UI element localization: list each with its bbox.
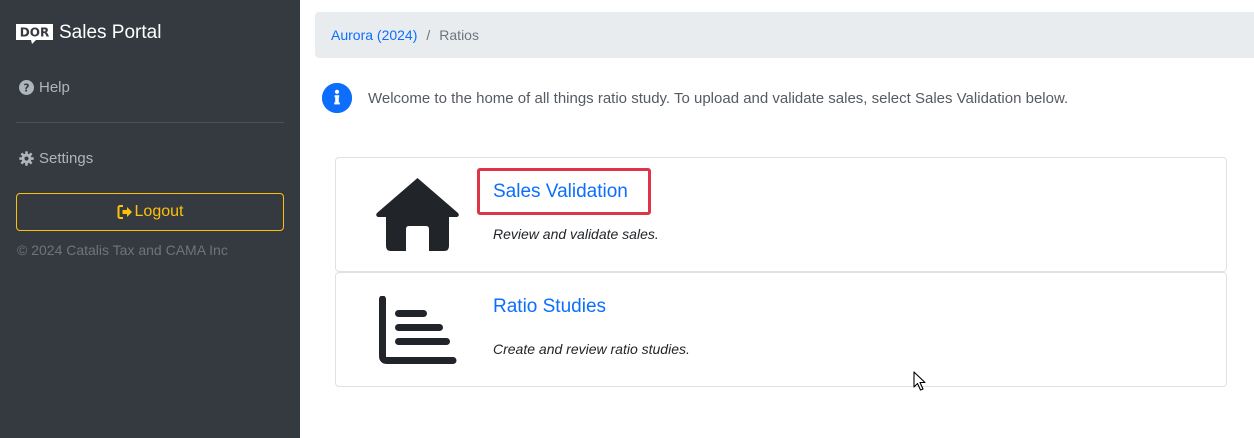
ratio-studies-card[interactable]: Ratio Studies Create and review ratio st… [335, 272, 1227, 387]
breadcrumb: Aurora (2024) / Ratios [315, 12, 1254, 58]
brand-title: Sales Portal [59, 22, 162, 43]
ratio-studies-description: Create and review ratio studies. [493, 341, 690, 357]
breadcrumb-separator: / [426, 27, 431, 43]
sidebar-item-label: Help [39, 79, 70, 96]
ratio-studies-link[interactable]: Ratio Studies [493, 296, 606, 318]
info-text: Welcome to the home of all things ratio … [368, 89, 1069, 107]
sales-validation-description: Review and validate sales. [493, 226, 659, 242]
svg-text:DOR: DOR [20, 26, 49, 40]
sidebar-item-help[interactable]: ? Help [19, 79, 70, 96]
sales-validation-card[interactable]: Sales Validation Review and validate sal… [335, 157, 1227, 272]
breadcrumb-link-aurora[interactable]: Aurora (2024) [331, 27, 417, 43]
copyright-text: © 2024 Catalis Tax and CAMA Inc [17, 242, 228, 258]
sales-validation-link[interactable]: Sales Validation [493, 181, 628, 203]
house-icon [375, 177, 460, 252]
brand[interactable]: DOR Sales Portal [16, 20, 161, 46]
question-circle-icon: ? [19, 80, 34, 95]
sidebar-item-label: Settings [39, 150, 94, 167]
logout-button[interactable]: Logout [16, 193, 284, 231]
sign-out-icon [117, 204, 133, 220]
dor-logo-icon: DOR [16, 21, 53, 45]
mouse-cursor-icon [913, 371, 927, 391]
gear-icon [19, 151, 34, 166]
info-message: Welcome to the home of all things ratio … [322, 83, 1068, 113]
sidebar: DOR Sales Portal ? Help Settings Logout … [0, 0, 300, 438]
info-icon [322, 83, 352, 113]
chart-bar-icon [379, 296, 457, 364]
breadcrumb-current: Ratios [439, 27, 479, 43]
sidebar-divider [16, 122, 284, 123]
sidebar-item-settings[interactable]: Settings [19, 150, 93, 167]
svg-text:?: ? [24, 82, 30, 94]
logout-label: Logout [134, 203, 184, 220]
